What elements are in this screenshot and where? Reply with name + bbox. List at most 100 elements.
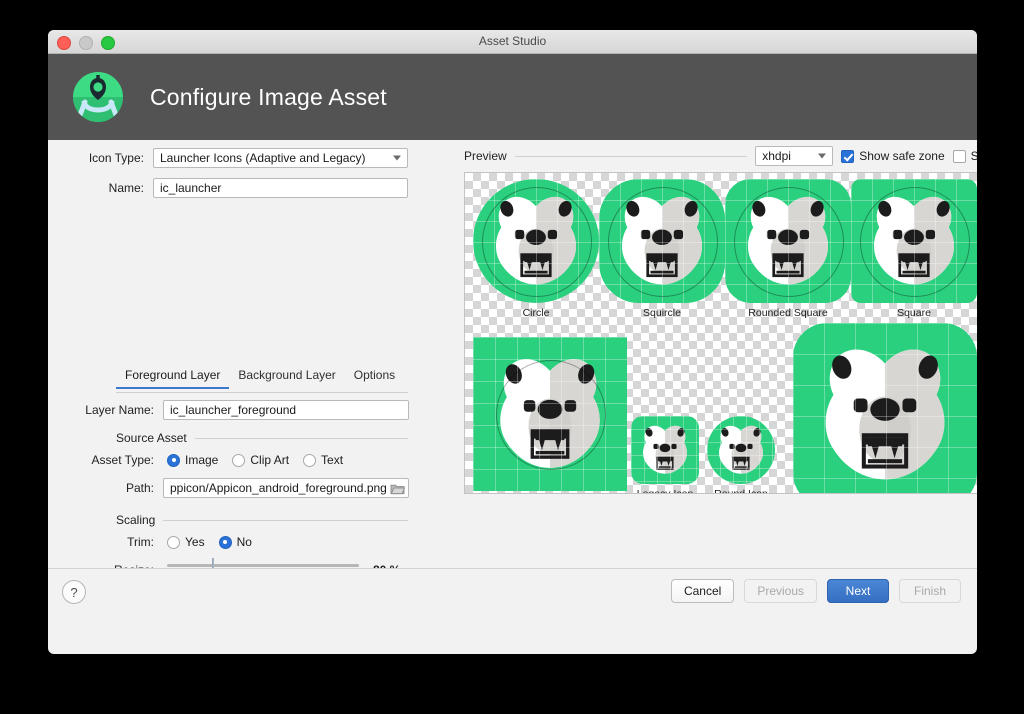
polar-bear-icon <box>707 416 775 484</box>
path-input[interactable]: ppicon/Appicon_android_foreground.png <box>163 478 409 498</box>
asset-type-clipart-radio[interactable]: Clip Art <box>232 453 289 467</box>
polar-bear-icon <box>599 179 725 303</box>
polar-bear-icon <box>725 179 851 303</box>
previous-button[interactable]: Previous <box>744 579 817 603</box>
show-grid-label: Show grid <box>970 149 977 163</box>
trim-yes-label: Yes <box>185 535 205 549</box>
preview-tile-rounded-square[interactable]: Rounded Square <box>725 179 851 319</box>
source-asset-section-header: Source Asset <box>116 431 408 445</box>
finish-button[interactable]: Finish <box>899 579 961 603</box>
path-value: ppicon/Appicon_android_foreground.png <box>170 481 387 495</box>
preview-tile-google-play-store[interactable]: Google Play Store <box>793 323 977 493</box>
tile-caption: Square <box>897 307 931 319</box>
trim-radio-group: Yes No <box>167 535 252 549</box>
cancel-button[interactable]: Cancel <box>670 579 735 603</box>
icon-art <box>793 323 977 493</box>
checkbox-icon <box>952 149 966 163</box>
tile-caption: Circle <box>522 307 550 319</box>
preview-tile-legacy-icon[interactable]: Legacy Icon <box>631 416 699 493</box>
preview-divider <box>514 155 748 157</box>
density-select[interactable]: xhdpi <box>755 146 834 166</box>
preview-tile-circle[interactable]: Circle <box>473 179 599 319</box>
tab-foreground-layer[interactable]: Foreground Layer <box>116 368 230 389</box>
source-asset-label: Source Asset <box>116 431 187 445</box>
source-asset-divider <box>194 437 408 439</box>
polar-bear-icon <box>851 179 977 303</box>
preview-title: Preview <box>464 149 507 163</box>
chevron-down-icon <box>393 155 401 161</box>
trim-row: Trim: Yes No <box>68 535 413 549</box>
layer-name-row: Layer Name: ic_launcher_foreground <box>68 400 413 420</box>
asset-type-label: Asset Type: <box>91 453 154 467</box>
layer-name-value: ic_launcher_foreground <box>170 403 297 417</box>
asset-studio-window: Asset Studio Configure Image Asset Icon … <box>48 30 977 654</box>
polar-bear-icon <box>793 323 977 493</box>
icon-art <box>473 179 599 303</box>
asset-type-radio-group: Image Clip Art Text <box>167 453 343 467</box>
page-title: Configure Image Asset <box>150 83 387 110</box>
asset-type-image-label: Image <box>185 453 219 467</box>
slider-track <box>167 564 359 567</box>
asset-type-clipart-label: Clip Art <box>250 453 290 467</box>
icon-type-select[interactable]: Launcher Icons (Adaptive and Legacy) <box>153 148 408 168</box>
icon-art <box>707 416 775 484</box>
show-safe-zone-checkbox[interactable]: Show safe zone <box>841 149 945 163</box>
layer-tabs: Foreground Layer Background Layer Option… <box>116 368 408 393</box>
preview-tile-round-icon[interactable]: Round Icon <box>707 416 775 493</box>
name-label: Name: <box>108 181 144 195</box>
polar-bear-icon <box>473 179 599 303</box>
trim-no-label: No <box>236 535 252 549</box>
tile-caption: Rounded Square <box>748 307 828 319</box>
density-value: xhdpi <box>762 149 791 163</box>
icon-art <box>851 179 977 303</box>
icon-type-label: Icon Type: <box>88 151 144 165</box>
tile-caption: Round Icon <box>714 488 768 494</box>
layer-name-label: Layer Name: <box>85 403 154 417</box>
radio-dot-icon <box>303 453 317 467</box>
preview-tile-full-bleed-layers[interactable]: Full Bleed Layers <box>473 337 627 491</box>
asset-type-row: Asset Type: Image Clip Art Text <box>68 453 413 467</box>
name-input[interactable]: ic_launcher <box>153 178 408 198</box>
icon-art <box>725 179 851 303</box>
preview-header: Preview xhdpi Show safe zone Show grid <box>464 146 977 166</box>
name-value: ic_launcher <box>160 181 222 195</box>
dialog-body: Icon Type: Launcher Icons (Adaptive and … <box>48 140 977 615</box>
scaling-label: Scaling <box>116 513 156 527</box>
icon-art <box>631 416 699 484</box>
show-grid-checkbox[interactable]: Show grid <box>952 149 977 163</box>
radio-dot-icon <box>232 453 246 467</box>
dialog-header: Configure Image Asset <box>48 54 977 140</box>
layer-name-input[interactable]: ic_launcher_foreground <box>163 400 409 420</box>
chevron-down-icon <box>818 153 827 159</box>
screen-root: Asset Studio Configure Image Asset Icon … <box>0 0 1024 714</box>
polar-bear-icon <box>631 416 699 484</box>
path-row: Path: ppicon/Appicon_android_foreground.… <box>68 478 413 498</box>
icon-art <box>599 179 725 303</box>
tab-background-layer[interactable]: Background Layer <box>229 368 344 388</box>
asset-type-image-radio[interactable]: Image <box>167 453 218 467</box>
asset-type-text-radio[interactable]: Text <box>303 453 343 467</box>
preview-tile-squircle[interactable]: Squircle <box>599 179 725 319</box>
trim-yes-radio[interactable]: Yes <box>167 535 205 549</box>
preview-tile-square[interactable]: Square <box>851 179 977 319</box>
tab-options[interactable]: Options <box>345 368 404 388</box>
radio-dot-icon <box>167 535 180 549</box>
path-label: Path: <box>125 481 154 495</box>
trim-label: Trim: <box>127 535 154 549</box>
radio-dot-icon <box>167 453 180 467</box>
next-button[interactable]: Next <box>827 579 889 603</box>
show-safe-zone-label: Show safe zone <box>859 149 945 163</box>
name-row: Name: ic_launcher <box>68 178 408 198</box>
icon-type-value: Launcher Icons (Adaptive and Legacy) <box>160 151 366 165</box>
scaling-divider <box>163 519 408 521</box>
dialog-footer: ? Cancel Previous Next Finish <box>48 568 977 615</box>
tile-caption: Squircle <box>643 307 681 319</box>
icon-art <box>473 337 627 491</box>
folder-icon[interactable] <box>388 479 406 497</box>
trim-no-radio[interactable]: No <box>218 535 252 549</box>
window-title: Asset Studio <box>478 34 547 48</box>
preview-panel: Preview xhdpi Show safe zone Show grid <box>464 140 977 615</box>
checkbox-icon <box>841 149 855 163</box>
help-button[interactable]: ? <box>62 580 86 604</box>
scaling-section-header: Scaling <box>116 513 408 527</box>
